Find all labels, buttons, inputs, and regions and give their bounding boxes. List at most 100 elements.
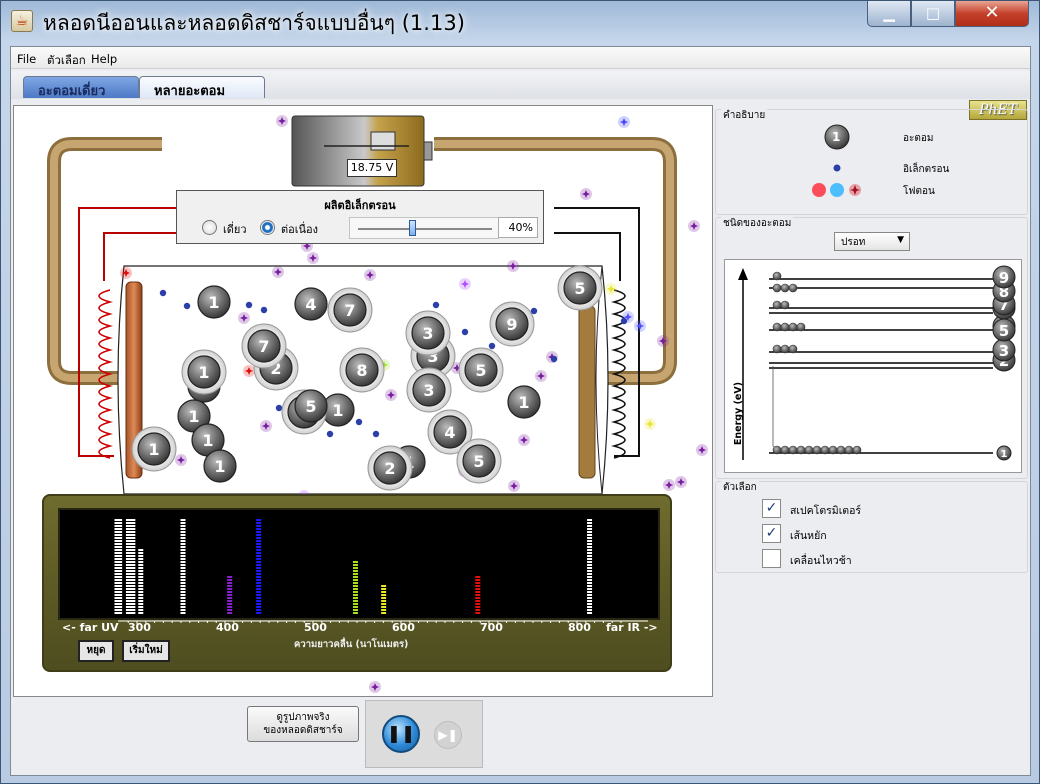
options-title: ตัวเลือก	[721, 480, 759, 495]
minimize-button[interactable]: ▁	[867, 1, 911, 27]
title-bar: ☕ หลอดนีออนและหลอดดิสชาร์จแบบอื่นๆ (1.13…	[1, 1, 1040, 45]
tab-multiple-atoms[interactable]: หลายอะตอม	[139, 76, 265, 99]
atom-label: 8	[356, 361, 367, 380]
spectrum-line	[114, 519, 120, 614]
menu-help[interactable]: Help	[91, 52, 117, 66]
view-real-tube-line2: ของหลอดดิสชาร์จ	[263, 725, 343, 736]
energy-level-atom	[788, 283, 798, 293]
radio-single[interactable]	[202, 220, 217, 235]
close-button[interactable]: ✕	[955, 1, 1029, 27]
spectrometer-reset-button[interactable]: เริ่มใหม่	[122, 640, 170, 662]
electron	[245, 301, 253, 309]
maximize-button[interactable]: □	[911, 1, 955, 27]
menu-file[interactable]: File	[17, 52, 36, 66]
atom: 9	[489, 301, 535, 347]
photon	[675, 476, 687, 488]
options-section: ตัวเลือก ✓ สเปคโตรมิเตอร์ ✓ เส้นหยัก เคล…	[715, 480, 1028, 573]
spectrometer-option-label: สเปคโตรมิเตอร์	[790, 505, 862, 517]
atom-label: 5	[473, 452, 484, 471]
energy-level-badge: 3	[992, 338, 1016, 362]
electron-rate-slider[interactable]	[349, 217, 499, 239]
photon	[120, 267, 132, 279]
legend-symbols	[812, 124, 861, 197]
energy-level-atom	[772, 300, 782, 310]
far-ir-label: far IR ->	[606, 621, 658, 634]
view-real-tube-button[interactable]: ดูรูปภาพจริง ของหลอดดิสชาร์จ	[247, 706, 359, 742]
electron-gun-title: ผลิตอิเล็กตรอน	[324, 199, 396, 212]
spectrometer-checkbox[interactable]: ✓	[762, 499, 781, 518]
energy-level-atom	[796, 445, 806, 455]
energy-level-atom	[812, 445, 822, 455]
photon	[618, 116, 630, 128]
energy-level-atom	[780, 300, 790, 310]
atom-label: 1	[518, 393, 529, 412]
spectrometer-stop-button[interactable]: หยุด	[78, 640, 114, 662]
atom-label: 2	[384, 459, 395, 478]
atom: 1	[197, 285, 231, 319]
photon	[243, 365, 255, 377]
atom-label: 4	[444, 423, 455, 442]
atom-label: 5	[305, 397, 316, 416]
legend-atom-label: อะตอม	[903, 133, 934, 144]
photon	[688, 220, 700, 232]
tab-single-atom[interactable]: อะตอมเดี่ยว	[23, 76, 139, 99]
energy-level-atom	[772, 271, 782, 281]
atom-type-select[interactable]: ปรอท ▼	[834, 232, 910, 251]
slow-motion-option-label: เคลื่อนไหวช้า	[790, 555, 852, 567]
electron-rate-field[interactable]: 40%	[498, 217, 538, 238]
spectrum-line	[227, 576, 233, 614]
wavelength-axis: <- far UV 300 400 500 600 700 800 far IR…	[58, 620, 660, 636]
pause-button[interactable]: ❚❚	[382, 715, 420, 753]
electron	[620, 317, 628, 325]
energy-level-badge: 1	[996, 445, 1012, 461]
atom-label: 1	[148, 440, 159, 459]
far-uv-label: <- far UV	[62, 621, 119, 634]
photon	[385, 389, 397, 401]
photon	[369, 681, 381, 693]
slider-thumb[interactable]	[408, 220, 416, 236]
spectrum-line	[138, 549, 144, 614]
radio-continuous[interactable]	[260, 220, 275, 235]
squiggle-checkbox[interactable]: ✓	[762, 524, 781, 543]
tick-500: 500	[304, 621, 327, 634]
slow-motion-checkbox[interactable]	[762, 549, 781, 568]
step-button[interactable]: ▶❚	[434, 721, 462, 749]
tab-strip: อะตอมเดี่ยว หลายอะตอม PhET	[11, 71, 1030, 120]
atom: 5	[458, 347, 504, 393]
energy-axis-label: Energy (eV)	[733, 381, 745, 446]
radio-single-label: เดี่ยว	[223, 223, 247, 236]
atom: 1	[507, 385, 541, 419]
chevron-down-icon: ▼	[897, 235, 904, 245]
electron	[326, 430, 334, 438]
electron	[488, 342, 496, 350]
playback-controls: ❚❚ ▶❚	[365, 700, 483, 768]
spectrum-line	[117, 519, 123, 614]
atom-label: 5	[475, 361, 486, 380]
atom: 5	[456, 438, 502, 484]
photon	[307, 252, 319, 264]
simulation-canvas[interactable]: 11111111112233344555557789 18.75 V ผลิตอ…	[13, 105, 713, 697]
atom: 7	[327, 287, 373, 333]
atom: 1	[131, 426, 177, 472]
menu-options[interactable]: ตัวเลือก	[47, 52, 86, 70]
energy-level-atom	[780, 344, 790, 354]
energy-level-atom	[788, 344, 798, 354]
atom-label: 1	[208, 293, 219, 312]
spectrum-line	[587, 519, 593, 614]
atom-type-section: ชนิดของอะตอม ปรอท ▼ 123467895 Energy (eV…	[715, 216, 1028, 479]
electron	[432, 301, 440, 309]
spectrum-line	[475, 576, 481, 614]
energy-level-atom	[796, 322, 806, 332]
view-real-tube-line1: ดูรูปภาพจริง	[276, 712, 330, 723]
tick-700: 700	[480, 621, 503, 634]
tick-400: 400	[216, 621, 239, 634]
spectrum-line	[180, 519, 186, 614]
spectrum-line	[125, 519, 131, 614]
atom-label: 3	[423, 381, 434, 400]
spectrum-line	[256, 519, 262, 614]
spectrometer-panel: <- far UV 300 400 500 600 700 800 far IR…	[42, 494, 672, 672]
app-window: ☕ หลอดนีออนและหลอดดิสชาร์จแบบอื่นๆ (1.13…	[0, 0, 1040, 784]
energy-level-atom	[836, 445, 846, 455]
photon	[605, 283, 617, 295]
electron-gun-panel: ผลิตอิเล็กตรอน เดี่ยว ต่อเนื่อง 40%	[176, 190, 544, 244]
